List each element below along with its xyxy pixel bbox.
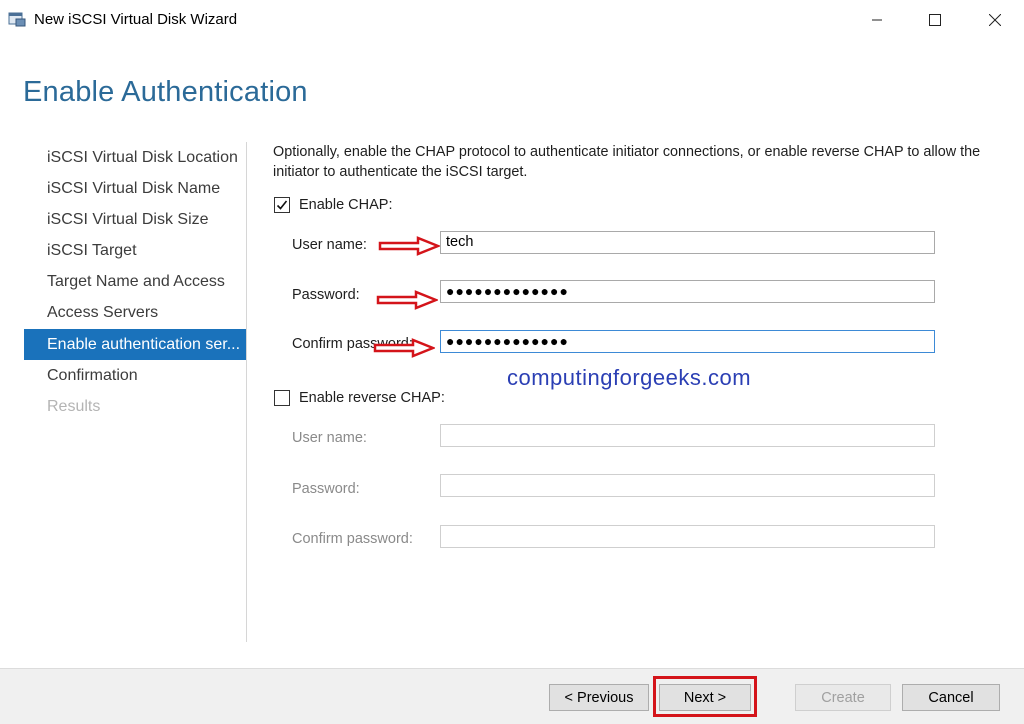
reverse-chap-password-label: Password: (292, 481, 360, 497)
page-description: Optionally, enable the CHAP protocol to … (273, 144, 981, 180)
chap-password-input[interactable]: ●●●●●●●●●●●●● (440, 280, 935, 303)
watermark-text: computingforgeeks.com (507, 365, 752, 390)
chap-confirm-password-input[interactable]: ●●●●●●●●●●●●● (440, 330, 935, 353)
page-title: Enable Authentication (23, 76, 308, 108)
annotation-arrow-icon (373, 338, 435, 358)
checkmark-icon (276, 200, 288, 210)
chap-username-label: User name: (292, 237, 367, 253)
step-confirmation[interactable]: Confirmation (24, 360, 246, 391)
minimize-icon (872, 19, 882, 21)
step-enable-authentication[interactable]: Enable authentication ser... (24, 328, 246, 360)
wizard-steps-nav: iSCSI Virtual Disk Location iSCSI Virtua… (24, 142, 246, 422)
step-target-name-access[interactable]: Target Name and Access (24, 266, 246, 297)
previous-button[interactable]: < Previous (549, 684, 649, 711)
cancel-button[interactable]: Cancel (902, 684, 1000, 711)
create-button: Create (795, 684, 891, 711)
step-iscsi-target[interactable]: iSCSI Target (24, 235, 246, 266)
annotation-arrow-icon (376, 290, 438, 310)
close-button[interactable] (966, 0, 1024, 40)
step-results: Results (47, 397, 101, 415)
window-title: New iSCSI Virtual Disk Wizard (34, 11, 238, 28)
wizard-app-icon (8, 12, 26, 27)
close-icon (989, 14, 1001, 26)
maximize-button[interactable] (906, 0, 964, 40)
reverse-chap-username-input (440, 424, 935, 447)
chap-password-label: Password: (292, 287, 360, 303)
step-access-servers[interactable]: Access Servers (24, 297, 246, 328)
reverse-chap-password-input (440, 474, 935, 497)
enable-reverse-chap-label[interactable]: Enable reverse CHAP: (299, 390, 445, 406)
chap-username-input[interactable]: tech (440, 231, 935, 254)
step-virtual-disk-location[interactable]: iSCSI Virtual Disk Location (24, 142, 246, 173)
wizard-header: Enable Authentication (0, 40, 1024, 128)
step-virtual-disk-name[interactable]: iSCSI Virtual Disk Name (24, 173, 246, 204)
minimize-button[interactable] (848, 0, 906, 40)
annotation-arrow-icon (378, 236, 440, 256)
reverse-chap-confirm-password-label: Confirm password: (292, 531, 413, 547)
title-bar: New iSCSI Virtual Disk Wizard (0, 0, 1024, 40)
nav-divider (246, 142, 247, 642)
reverse-chap-username-label: User name: (292, 430, 367, 446)
enable-chap-checkbox[interactable] (274, 197, 290, 213)
maximize-icon (929, 14, 941, 26)
next-button[interactable]: Next > (659, 684, 751, 711)
enable-reverse-chap-checkbox[interactable] (274, 390, 290, 406)
step-virtual-disk-size[interactable]: iSCSI Virtual Disk Size (24, 204, 246, 235)
enable-chap-label[interactable]: Enable CHAP: (299, 197, 393, 213)
reverse-chap-confirm-password-input (440, 525, 935, 548)
